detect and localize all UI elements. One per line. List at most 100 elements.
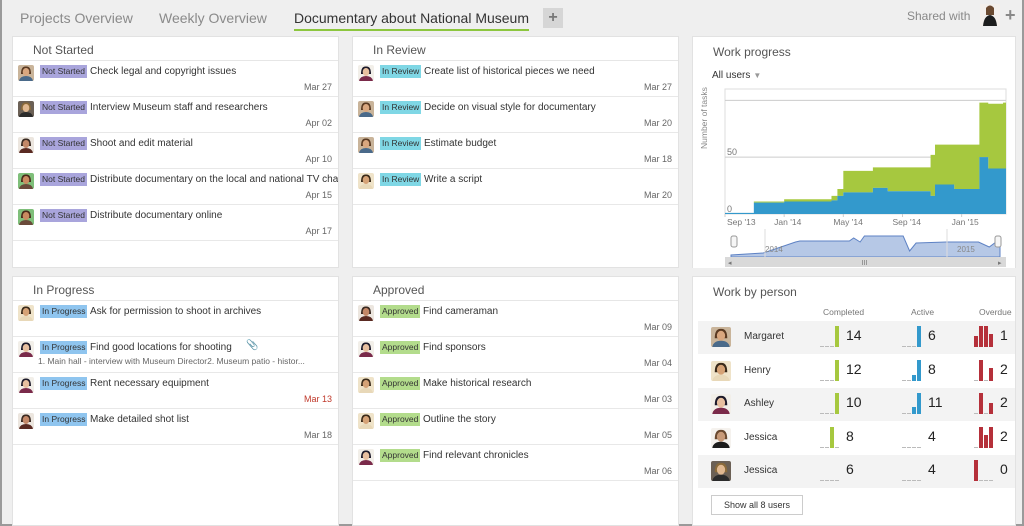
- task-title[interactable]: Distribute documentary on the local and …: [90, 173, 338, 186]
- column-title: In Progress: [13, 277, 338, 301]
- active-count: 8: [928, 360, 936, 377]
- task-title[interactable]: Estimate budget: [424, 137, 496, 150]
- task-title[interactable]: Create list of historical pieces we need: [424, 65, 595, 78]
- person-avatar: [711, 461, 731, 481]
- task-title[interactable]: Shoot and edit material: [90, 137, 193, 150]
- shared-user-avatar[interactable]: [980, 4, 1000, 26]
- tab-projects-overview[interactable]: Projects Overview: [20, 10, 133, 26]
- due-date: Mar 27: [643, 82, 672, 92]
- assignee-avatar[interactable]: [18, 413, 34, 429]
- task-card[interactable]: Approved Find relevant chronicles Mar 06: [353, 445, 678, 481]
- overdue-count: 2: [1000, 427, 1008, 444]
- assignee-avatar[interactable]: [358, 137, 374, 153]
- assignee-avatar[interactable]: [18, 209, 34, 225]
- assignee-avatar[interactable]: [358, 305, 374, 321]
- assignee-avatar[interactable]: [358, 413, 374, 429]
- task-card[interactable]: Approved Make historical research Mar 03: [353, 373, 678, 409]
- assignee-avatar[interactable]: [18, 101, 34, 117]
- task-card[interactable]: Approved Find sponsors Mar 04: [353, 337, 678, 373]
- task-card[interactable]: In Review Write a script Mar 20: [353, 169, 678, 205]
- due-date: Mar 20: [643, 190, 672, 200]
- task-card[interactable]: Approved Outline the story Mar 05: [353, 409, 678, 445]
- task-card[interactable]: Not Started Interview Museum staff and re…: [13, 97, 338, 133]
- spark-baseline: [825, 480, 829, 481]
- due-date: Mar 27: [303, 82, 332, 92]
- show-all-users-button[interactable]: Show all 8 users: [711, 495, 804, 515]
- shared-with-label: Shared with: [907, 9, 971, 23]
- tab-weekly-overview[interactable]: Weekly Overview: [159, 10, 267, 26]
- assignee-avatar[interactable]: [18, 173, 34, 189]
- person-row[interactable]: Henry 12 8 2: [698, 355, 1015, 388]
- overdue-sparkline: [974, 359, 998, 381]
- column-title: Not Started: [13, 37, 338, 61]
- task-title[interactable]: Find sponsors: [423, 341, 486, 354]
- task-card[interactable]: Not Started Check legal and copyright iss…: [13, 61, 338, 97]
- assignee-avatar[interactable]: [358, 449, 374, 465]
- share-add-button[interactable]: +: [1005, 5, 1016, 26]
- header-overdue: Overdue: [979, 307, 1012, 317]
- assignee-avatar[interactable]: [18, 341, 34, 357]
- completed-sparkline: [820, 459, 844, 481]
- assignee-avatar[interactable]: [358, 377, 374, 393]
- status-badge: Approved: [380, 305, 421, 318]
- spark-bar: [984, 434, 988, 448]
- person-row[interactable]: Margaret 14 6 1: [698, 321, 1015, 354]
- assignee-avatar[interactable]: [358, 341, 374, 357]
- spark-baseline: [907, 480, 911, 481]
- task-title[interactable]: Decide on visual style for documentary: [424, 101, 596, 114]
- task-card[interactable]: In Progress Rent necessary equipment Mar 1…: [13, 373, 338, 409]
- assignee-avatar[interactable]: [358, 173, 374, 189]
- scroll-right-arrow[interactable]: ▸: [998, 260, 1002, 267]
- scroll-left-arrow[interactable]: ◂: [728, 260, 732, 267]
- task-title[interactable]: Find relevant chronicles: [423, 449, 529, 462]
- task-title[interactable]: Check legal and copyright issues: [90, 65, 236, 78]
- task-title[interactable]: Find good locations for shooting: [90, 341, 232, 354]
- person-name: Ashley: [744, 398, 775, 409]
- assignee-avatar[interactable]: [18, 137, 34, 153]
- task-title[interactable]: Interview Museum staff and researchers: [90, 101, 268, 114]
- task-card[interactable]: In Review Create list of historical piece…: [353, 61, 678, 97]
- task-title[interactable]: Rent necessary equipment: [90, 377, 209, 390]
- task-title[interactable]: Write a script: [424, 173, 482, 186]
- spark-baseline: [830, 480, 834, 481]
- add-tab-button[interactable]: +: [543, 8, 563, 28]
- assignee-avatar[interactable]: [18, 305, 34, 321]
- overdue-count: 0: [1000, 461, 1008, 477]
- task-title[interactable]: Make historical research: [423, 377, 531, 390]
- task-card[interactable]: In Progress Make detailed shot list Mar 18: [13, 409, 338, 445]
- task-card[interactable]: In Progress Ask for permission to shoot i…: [13, 301, 338, 337]
- assignee-avatar[interactable]: [358, 101, 374, 117]
- task-card[interactable]: Not Started Distribute documentary online…: [13, 205, 338, 241]
- assignee-avatar[interactable]: [18, 377, 34, 393]
- spark-baseline: [974, 379, 978, 381]
- x-tick-label: Sep '14: [892, 217, 921, 227]
- spark-baseline: [820, 413, 824, 414]
- spark-bar: [917, 359, 921, 381]
- task-title[interactable]: Make detailed shot list: [90, 413, 189, 426]
- task-title[interactable]: Outline the story: [423, 413, 496, 426]
- overdue-sparkline: [974, 392, 998, 414]
- task-card[interactable]: In Progress Find good locations for shoot…: [13, 337, 338, 373]
- task-title[interactable]: Ask for permission to shoot in archives: [90, 305, 261, 318]
- task-title[interactable]: Find cameraman: [423, 305, 498, 318]
- column-in-progress: In Progress In Progress Ask for permissio…: [12, 276, 339, 526]
- spark-baseline: [820, 346, 824, 347]
- assignee-avatar[interactable]: [18, 65, 34, 81]
- task-title[interactable]: Distribute documentary online: [90, 209, 222, 222]
- navigator-handle[interactable]: [994, 235, 1002, 248]
- spark-baseline: [974, 413, 978, 414]
- person-row[interactable]: Jessica 8 4 2: [698, 422, 1015, 455]
- navigator-handle[interactable]: [730, 235, 738, 248]
- completed-sparkline: [820, 325, 844, 347]
- status-badge: Not Started: [40, 173, 87, 186]
- task-card[interactable]: Approved Find cameraman Mar 09: [353, 301, 678, 337]
- assignee-avatar[interactable]: [358, 65, 374, 81]
- task-card[interactable]: Not Started Shoot and edit material Apr 10: [13, 133, 338, 169]
- task-card[interactable]: In Review Estimate budget Mar 18: [353, 133, 678, 169]
- status-badge: Not Started: [40, 65, 87, 78]
- person-row[interactable]: Ashley 10 11 2: [698, 388, 1015, 421]
- task-card[interactable]: Not Started Distribute documentary on the…: [13, 169, 338, 205]
- person-row[interactable]: Jessica 6 4 0: [698, 455, 1015, 488]
- tab-documentary[interactable]: Documentary about National Museum: [294, 10, 530, 31]
- task-card[interactable]: In Review Decide on visual style for docu…: [353, 97, 678, 133]
